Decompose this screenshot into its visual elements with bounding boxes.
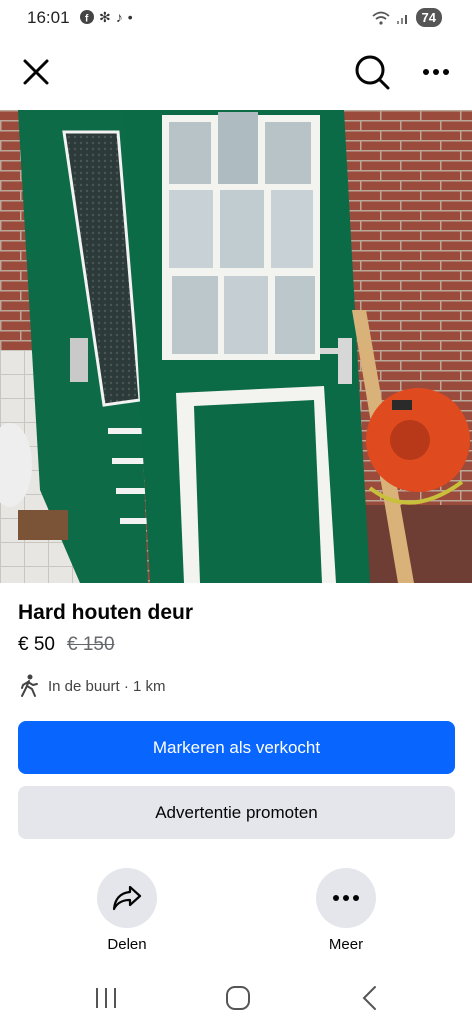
- recent-apps-button[interactable]: [86, 978, 126, 1018]
- tiktok-icon: ♪: [115, 9, 123, 25]
- price-row: € 50 € 150: [18, 634, 115, 656]
- promote-listing-button[interactable]: Advertentie promoten: [18, 786, 455, 839]
- system-navigation-bar: [0, 968, 472, 1024]
- notification-icons: f ✻ ♪ •: [80, 9, 133, 25]
- more-button[interactable]: [316, 868, 376, 928]
- recent-apps-icon: [96, 988, 116, 1008]
- original-price: € 150: [66, 634, 115, 655]
- more-horizontal-icon: [333, 895, 359, 901]
- listing-photo[interactable]: [0, 110, 472, 583]
- more-label: Meer: [328, 936, 364, 953]
- share-arrow-icon: [112, 885, 142, 911]
- door-image: [0, 110, 472, 583]
- share-action[interactable]: Delen: [87, 868, 167, 953]
- more-dot-icon: •: [127, 9, 133, 25]
- listing-price: € 50: [18, 634, 55, 655]
- location-text: In de buurt · 1 km: [48, 677, 166, 695]
- wifi-icon: [371, 11, 390, 25]
- share-label: Delen: [107, 936, 147, 953]
- pinwheel-icon: ✻: [99, 9, 111, 25]
- close-button[interactable]: [18, 54, 54, 90]
- mark-sold-button[interactable]: Markeren als verkocht: [18, 721, 455, 774]
- listing-title: Hard houten deur: [18, 601, 194, 624]
- walking-person-icon: [21, 674, 38, 697]
- status-time: 16:01: [27, 8, 70, 27]
- close-icon: [23, 59, 49, 85]
- home-icon: [226, 986, 250, 1010]
- status-bar: 16:01 f ✻ ♪ • 74: [0, 0, 472, 36]
- facebook-icon: f: [80, 10, 94, 24]
- search-icon: [355, 55, 390, 90]
- more-options-button[interactable]: [418, 54, 454, 90]
- back-chevron-icon: [362, 986, 376, 1010]
- more-horizontal-icon: [423, 69, 449, 75]
- battery-indicator: 74: [415, 8, 442, 27]
- back-button[interactable]: [350, 978, 390, 1018]
- top-app-bar: [0, 36, 472, 110]
- signal-icon: [396, 14, 407, 24]
- share-button[interactable]: [97, 868, 157, 928]
- search-button[interactable]: [352, 52, 392, 92]
- home-button[interactable]: [218, 978, 258, 1018]
- more-action[interactable]: Meer: [306, 868, 386, 953]
- location-row: In de buurt · 1 km: [18, 674, 166, 698]
- system-icons: 74: [371, 8, 442, 27]
